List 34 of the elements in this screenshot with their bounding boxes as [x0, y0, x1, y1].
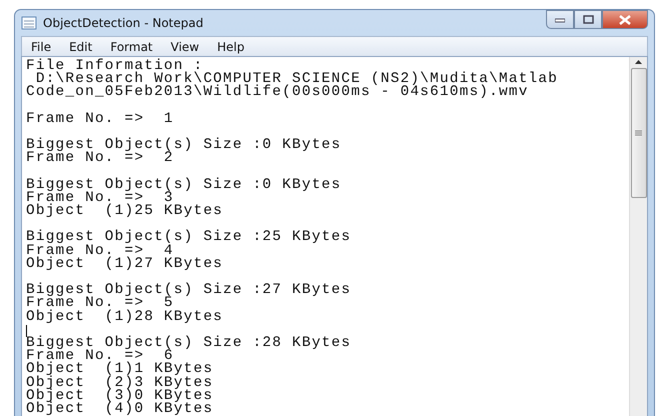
close-icon: [619, 14, 631, 24]
menu-item[interactable]: File: [22, 40, 60, 54]
text-line: Object (3)0 KBytes: [26, 390, 214, 403]
minimize-button[interactable]: [546, 10, 574, 29]
window-title: ObjectDetection - Notepad: [43, 16, 204, 30]
text-line: Frame No. => 2: [26, 152, 174, 166]
text-line: Frame No. => 4: [26, 244, 174, 258]
text-line: Biggest Object(s) Size :0 KBytes: [26, 178, 342, 192]
close-button[interactable]: [602, 10, 648, 29]
text-line: Biggest Object(s) Size :25 KBytes: [26, 231, 352, 245]
scrollbar-thumb[interactable]: [630, 68, 646, 198]
text-line: Object (1)25 KBytes: [26, 205, 224, 218]
maximize-button[interactable]: [574, 10, 602, 29]
scroll-up-icon: [635, 60, 642, 64]
vertical-scrollbar[interactable]: [629, 57, 647, 416]
text-line: Biggest Object(s) Size :0 KBytes: [26, 139, 342, 152]
text-line: Object (2)3 KBytes: [26, 376, 214, 390]
text-line: Frame No. => 1: [26, 112, 175, 126]
text-line: Object (4)0 KBytes: [26, 402, 214, 416]
text-line: Frame No. => 5: [26, 297, 174, 311]
text-line: Biggest Object(s) Size :27 KBytes: [26, 284, 352, 298]
menu-item[interactable]: Help: [208, 40, 254, 54]
text-line: Code_on_05Feb2013\Wildlife(00s000ms - 04s610ms).wmv: [26, 86, 528, 100]
menu-item[interactable]: View: [162, 40, 208, 54]
text-line: Object (1)27 KBytes: [26, 258, 224, 271]
maximize-icon: [582, 15, 594, 24]
notepad-icon: [21, 16, 37, 30]
grip-icon: [635, 130, 642, 136]
text-line: Object (1)28 KBytes: [26, 310, 224, 324]
menu-item[interactable]: Edit: [60, 40, 102, 54]
minimize-icon: [555, 16, 565, 22]
text-line: Object (1)1 KBytes: [26, 363, 214, 376]
menu-item[interactable]: Format: [101, 40, 162, 54]
text-line: Biggest Object(s) Size :28 KBytes: [26, 336, 352, 350]
